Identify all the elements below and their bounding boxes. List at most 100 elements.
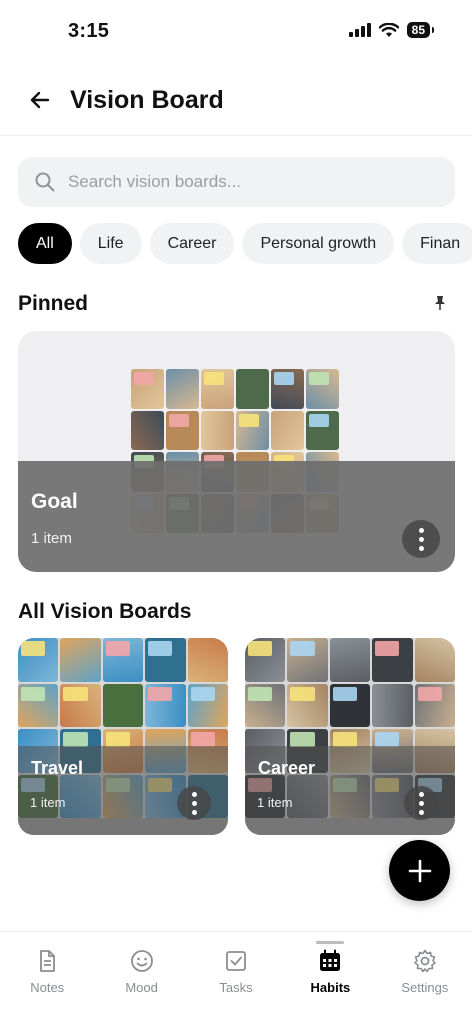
calendar-icon bbox=[320, 949, 341, 971]
sticky-note bbox=[63, 686, 88, 702]
sticky-note bbox=[148, 686, 173, 702]
pin-icon[interactable] bbox=[432, 295, 448, 311]
collage-photo bbox=[245, 683, 286, 727]
filter-chip-personal-growth[interactable]: Personal growth bbox=[242, 223, 395, 264]
board-card-travel[interactable]: Travel 1 item bbox=[18, 638, 228, 835]
add-board-button[interactable] bbox=[389, 840, 450, 901]
search-icon bbox=[35, 172, 55, 192]
back-arrow-icon[interactable] bbox=[26, 86, 54, 114]
pinned-section-title: Pinned bbox=[18, 292, 89, 315]
collage-photo bbox=[372, 638, 413, 682]
sticky-note bbox=[169, 413, 189, 427]
plus-icon bbox=[408, 859, 431, 882]
all-boards-section-title: All Vision Boards bbox=[18, 600, 192, 623]
collage-photo bbox=[329, 638, 371, 682]
more-options-icon[interactable] bbox=[177, 786, 211, 820]
collage-photo bbox=[145, 638, 186, 682]
collage-photo bbox=[131, 410, 164, 450]
card-overlay bbox=[18, 461, 455, 572]
collage-photo bbox=[102, 638, 144, 682]
status-icons: 85 bbox=[348, 22, 435, 38]
collage-photo bbox=[187, 638, 228, 682]
search-input[interactable] bbox=[68, 172, 428, 192]
smiley-icon bbox=[130, 950, 153, 972]
sticky-note bbox=[105, 641, 131, 656]
filter-chips: All Life Career Personal growth Finan bbox=[18, 223, 472, 265]
collage-photo bbox=[414, 683, 455, 727]
collage-photo bbox=[287, 683, 328, 727]
collage-photo bbox=[329, 683, 371, 727]
sticky-note bbox=[290, 686, 315, 702]
tab-habits[interactable]: Habits bbox=[283, 932, 377, 1024]
sticky-note bbox=[417, 686, 442, 702]
collage-photo bbox=[131, 369, 164, 409]
tab-notes[interactable]: Notes bbox=[0, 932, 94, 1024]
tab-label: Tasks bbox=[219, 980, 253, 995]
active-tab-indicator bbox=[316, 941, 345, 944]
sticky-note bbox=[309, 372, 329, 386]
board-item-count: 1 item bbox=[30, 795, 66, 810]
sticky-note bbox=[204, 372, 224, 386]
board-name: Career bbox=[258, 758, 316, 778]
sticky-note bbox=[134, 372, 154, 386]
collage-photo bbox=[306, 369, 339, 409]
sticky-note bbox=[248, 641, 273, 656]
collage-photo bbox=[245, 638, 286, 682]
collage-photo bbox=[236, 410, 269, 450]
more-options-icon[interactable] bbox=[404, 786, 438, 820]
tab-label: Settings bbox=[401, 980, 449, 995]
collage-photo bbox=[166, 410, 199, 450]
pinned-board-card[interactable]: Goal 1 item bbox=[18, 331, 455, 572]
sticky-note bbox=[63, 732, 88, 747]
status-time: 3:15 bbox=[68, 20, 110, 42]
collage-photo bbox=[60, 638, 101, 682]
board-card-career[interactable]: Career 1 item bbox=[245, 638, 455, 835]
sticky-note bbox=[248, 686, 273, 702]
card-footer bbox=[245, 818, 455, 835]
filter-chip-career[interactable]: Career bbox=[149, 223, 235, 264]
sticky-note bbox=[290, 732, 315, 747]
page-title: Vision Board bbox=[70, 86, 224, 114]
board-name: Goal bbox=[31, 490, 78, 513]
collage-photo bbox=[271, 369, 304, 409]
sticky-note bbox=[148, 641, 173, 656]
sticky-note bbox=[274, 372, 294, 386]
wifi-icon bbox=[378, 22, 399, 37]
card-footer bbox=[18, 818, 228, 835]
sticky-note bbox=[21, 686, 46, 702]
sticky-note bbox=[105, 732, 131, 747]
notes-icon bbox=[40, 950, 56, 972]
collage-photo bbox=[271, 410, 304, 450]
collage-photo bbox=[187, 683, 228, 727]
search-bar[interactable] bbox=[18, 157, 455, 207]
collage-photo bbox=[166, 369, 199, 409]
collage-photo bbox=[145, 683, 186, 727]
collage-photo bbox=[236, 369, 269, 409]
collage-photo bbox=[287, 638, 328, 682]
sticky-note bbox=[290, 641, 315, 656]
gear-icon bbox=[414, 949, 436, 973]
collage-photo bbox=[414, 638, 455, 682]
filter-chip-finance[interactable]: Finan bbox=[402, 223, 472, 264]
sticky-note bbox=[332, 686, 358, 702]
sticky-note bbox=[21, 641, 46, 656]
filter-chip-life[interactable]: Life bbox=[79, 223, 142, 264]
tab-mood[interactable]: Mood bbox=[94, 932, 188, 1024]
sticky-note bbox=[375, 641, 400, 656]
tab-tasks[interactable]: Tasks bbox=[189, 932, 283, 1024]
sticky-note bbox=[190, 686, 215, 702]
sticky-note bbox=[375, 732, 400, 747]
tab-label: Habits bbox=[310, 980, 351, 995]
tab-settings[interactable]: Settings bbox=[378, 932, 472, 1024]
collage-photo bbox=[372, 683, 413, 727]
cellular-signal-icon bbox=[348, 23, 371, 37]
sticky-note bbox=[239, 413, 259, 427]
sticky-note bbox=[190, 732, 215, 747]
filter-chip-all[interactable]: All bbox=[18, 223, 72, 264]
collage-photo bbox=[201, 369, 234, 409]
board-item-count: 1 item bbox=[31, 530, 72, 547]
more-options-icon[interactable] bbox=[402, 520, 440, 558]
board-name: Travel bbox=[31, 758, 84, 778]
bottom-tab-bar: Notes Mood Tasks Habits Settings bbox=[0, 931, 472, 1024]
status-bar: 3:15 85 bbox=[0, 0, 472, 64]
